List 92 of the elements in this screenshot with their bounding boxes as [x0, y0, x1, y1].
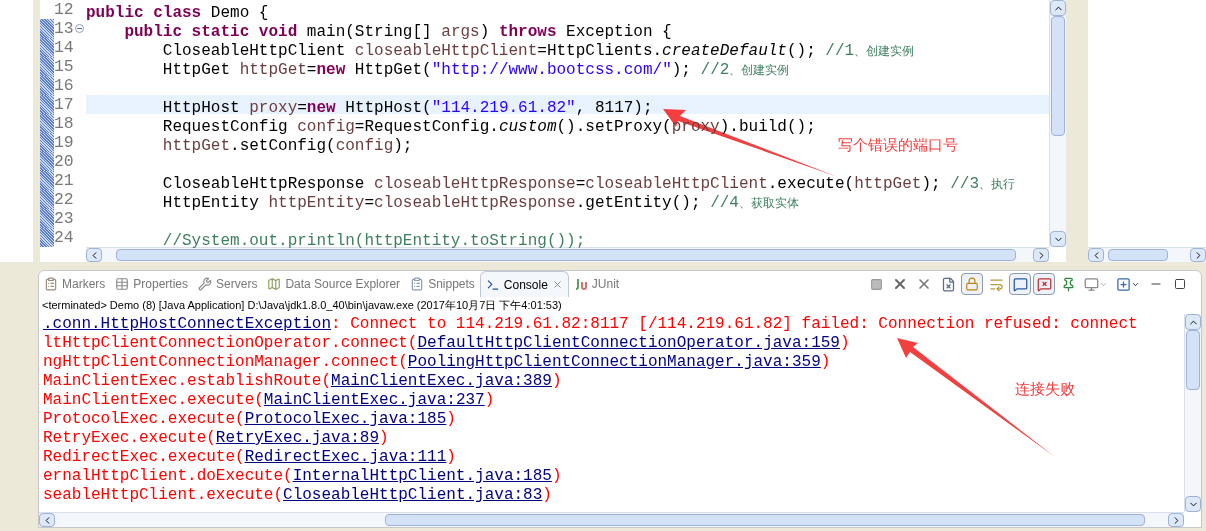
toolbar-button[interactable]	[1033, 273, 1055, 295]
annotation-text: 连接失败	[1015, 379, 1075, 400]
message-icon	[1012, 276, 1028, 292]
line-number: 15	[54, 57, 74, 76]
document-x-icon	[940, 276, 956, 292]
close-icon	[892, 276, 908, 292]
view-tab[interactable]: Snippets	[405, 271, 480, 297]
toolbar-button[interactable]	[1009, 273, 1031, 295]
horizontal-scrollbar[interactable]	[86, 247, 1049, 262]
code-line: HttpEntity httpEntity=closeableHttpResponse.getEntity(); //4、获取实体	[161, 194, 799, 212]
view-tab[interactable]: Markers	[39, 271, 111, 297]
line-number: 22	[54, 190, 74, 209]
stack-link[interactable]: InternalHttpClient.java:185	[292, 467, 552, 485]
view-tab[interactable]: Servers	[193, 271, 263, 297]
line-number: 14	[54, 38, 74, 57]
code-line: HttpHost proxy=new HttpHost("114.219.61.82", 8117);	[161, 99, 653, 117]
horizontal-scrollbar[interactable]	[39, 512, 1184, 527]
vertical-scrollbar[interactable]	[1184, 314, 1201, 512]
scroll-up-button[interactable]	[1185, 314, 1201, 330]
line-number: 17	[54, 95, 74, 114]
view-tab[interactable]: Console	[479, 271, 569, 297]
scroll-down-button[interactable]	[1050, 231, 1066, 247]
view-tab[interactable]: JUnit	[568, 271, 625, 297]
stack-link[interactable]: DefaultHttpClientConnectionOperator.java:159	[417, 334, 840, 352]
new-window-icon	[1116, 276, 1140, 292]
line-number: 23	[54, 209, 74, 228]
console-line: ProtocolExec.execute(ProtocolExec.java:185)	[43, 410, 456, 429]
stack-link[interactable]: MainClientExec.java:389	[331, 372, 552, 390]
scroll-right-button[interactable]	[1168, 513, 1184, 527]
line-number: 19	[54, 133, 74, 152]
lock-icon	[965, 277, 979, 291]
view-tab[interactable]: Properties	[110, 271, 194, 297]
line-number: 24	[54, 228, 74, 247]
code-line: CloseableHttpClient closeableHttpClient=HttpClients.createDefault(); //1、创建实例	[161, 42, 915, 60]
stack-link[interactable]: MainClientExec.java:237	[263, 391, 485, 409]
code-line: public class Demo {	[86, 4, 269, 22]
stack-link[interactable]: CloseableHttpClient.java:83	[283, 486, 543, 504]
line-number: 20	[54, 152, 74, 171]
console-line: ltHttpClientConnectionOperator.connect(DefaultHttpClientConnectionOperator.java:159)	[43, 334, 850, 353]
code-line: CloseableHttpResponse closeableHttpResponse=closeableHttpClient.execute(httpGet); //3、执行	[161, 175, 1015, 193]
scrollbar-thumb[interactable]	[1051, 16, 1065, 136]
scroll-left-button[interactable]	[1088, 248, 1104, 262]
console-line: ernalHttpClient.doExecute(InternalHttpClient.java:185)	[43, 467, 562, 486]
scrollbar-thumb[interactable]	[116, 249, 1016, 261]
wrench-icon	[198, 277, 213, 291]
line-number: 13	[54, 19, 74, 38]
line-number: 12	[54, 0, 74, 19]
horizontal-scrollbar[interactable]	[1088, 247, 1206, 262]
scroll-left-button[interactable]	[39, 513, 55, 527]
wrap-icon	[988, 276, 1004, 292]
view-tab[interactable]: Data Source Explorer	[262, 271, 406, 297]
line-number: 18	[54, 114, 74, 133]
clipboard-icon	[44, 277, 58, 291]
table-icon	[115, 277, 130, 291]
scroll-up-button[interactable]	[1050, 0, 1066, 16]
scroll-down-button[interactable]	[1185, 496, 1201, 512]
console-line: .conn.HttpHostConnectException: Connect to 114.219.61.82:8117 [/114.219.61.82] failed: Connection refused: connect	[43, 315, 1138, 334]
scrollbar-thumb[interactable]	[385, 514, 1145, 526]
stop-icon	[869, 277, 883, 291]
vertical-scrollbar[interactable]	[1049, 0, 1066, 247]
clipboard-icon	[410, 277, 425, 291]
line-number: 21	[54, 171, 74, 190]
maximize-icon	[1174, 278, 1186, 290]
line-number: 16	[54, 76, 74, 95]
message-x-icon	[1036, 276, 1052, 292]
ju-icon	[573, 277, 588, 291]
stack-link[interactable]: ProtocolExec.java:185	[244, 410, 447, 428]
code-line: httpGet.setConfig(config);	[161, 137, 413, 155]
code-line: HttpGet httpGet=new HttpGet("http://www.bootcss.com/"); //2、创建实例	[161, 61, 790, 79]
console-status: <terminated> Demo (8) [Java Application] D:\Java\jdk1.8.0_40\bin\javaw.exe (2017年10月7日 下午4:01:53)	[41, 298, 563, 313]
console-line: RetryExec.execute(RetryExec.java:89)	[43, 429, 389, 448]
console-line: RedirectExec.execute(RedirectExec.java:111)	[43, 448, 456, 467]
scrollbar-thumb[interactable]	[1108, 249, 1168, 261]
stack-link[interactable]: PoolingHttpClientConnectionManager.java:359	[407, 353, 821, 371]
scrollbar-thumb[interactable]	[1186, 330, 1200, 390]
map-icon	[267, 277, 282, 291]
scroll-right-button[interactable]	[1190, 248, 1206, 262]
console-line: MainClientExec.execute(MainClientExec.java:237)	[43, 391, 495, 410]
double-x-icon	[916, 276, 932, 292]
annotation-text: 写个错误的端口号	[838, 135, 958, 156]
console-line: ngHttpClientConnectionManager.connect(PoolingHttpClientConnectionManager.java:359)	[43, 353, 831, 372]
scroll-left-button[interactable]	[86, 248, 102, 262]
stack-link[interactable]: .conn.HttpHostConnectException	[43, 315, 332, 333]
stack-link[interactable]: RetryExec.java:89	[215, 429, 380, 447]
code-line: //System.out.println(httpEntity.toString());	[161, 232, 586, 250]
console-line: seableHttpClient.execute(CloseableHttpClient.java:83)	[43, 486, 552, 505]
stack-link[interactable]: RedirectExec.java:111	[244, 448, 447, 466]
pin-icon	[1060, 276, 1076, 292]
close-icon[interactable]	[551, 279, 563, 290]
code-line: public static void main(String[] args) throws Exception {	[123, 23, 672, 41]
console-line: MainClientExec.establishRoute(MainClientExec.java:389)	[43, 372, 562, 391]
scroll-right-button[interactable]	[1033, 248, 1049, 262]
